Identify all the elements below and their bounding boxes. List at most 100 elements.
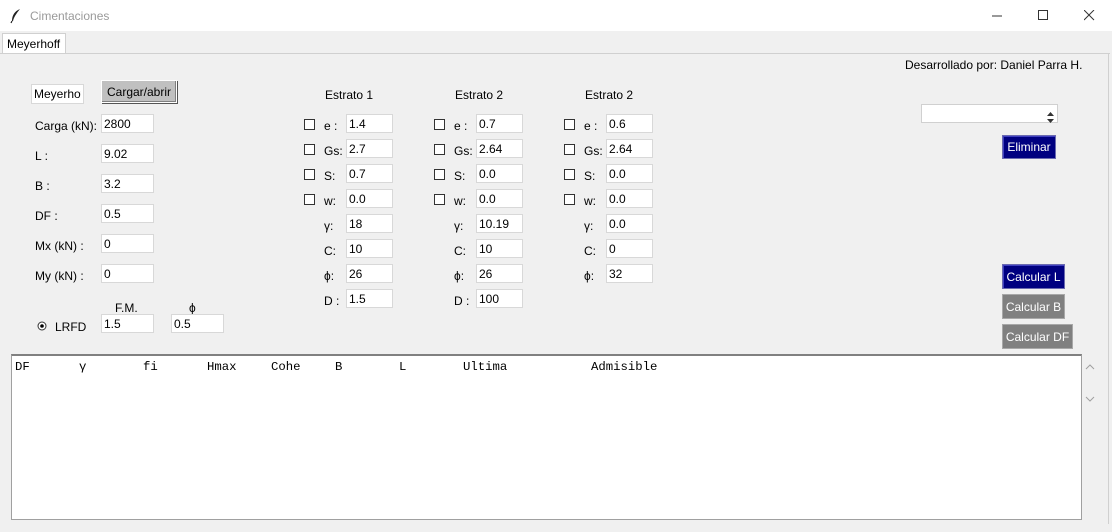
- gs-input[interactable]: [476, 139, 523, 158]
- maximize-icon: [1037, 10, 1048, 20]
- w-input[interactable]: [606, 189, 653, 208]
- scroll-up-icon[interactable]: [1085, 359, 1095, 373]
- column-header: Hmax: [207, 360, 237, 374]
- tab-divider: [0, 53, 1110, 54]
- gamma-input[interactable]: [606, 214, 653, 233]
- e-checkbox[interactable]: [564, 119, 575, 130]
- stratum-title: Estrato 2: [585, 88, 634, 102]
- cohesion-label: C:: [454, 244, 466, 258]
- s-input[interactable]: [346, 164, 393, 183]
- gs-input[interactable]: [346, 139, 393, 158]
- credit-text: Desarrollado por: Daniel Parra H.: [905, 58, 1083, 72]
- cohesion-label: C:: [584, 244, 596, 258]
- e-input[interactable]: [476, 114, 523, 133]
- s-label: S:: [454, 169, 466, 183]
- frame-border: [1108, 54, 1109, 524]
- phi-input[interactable]: [606, 264, 653, 283]
- w-input[interactable]: [476, 189, 523, 208]
- moment-x-input[interactable]: [101, 234, 154, 253]
- title-bar: [0, 0, 1112, 31]
- phi-label: ϕ: [189, 301, 196, 315]
- width-input[interactable]: [101, 174, 154, 193]
- length-input[interactable]: [101, 144, 154, 163]
- cohesion-input[interactable]: [476, 239, 523, 258]
- phi-input[interactable]: [476, 264, 523, 283]
- lrfd-label: LRFD: [55, 320, 87, 334]
- column-header: Admisible: [591, 360, 658, 374]
- fm-input[interactable]: [101, 314, 154, 333]
- gs-label: Gs:: [584, 144, 603, 158]
- gamma-input[interactable]: [346, 214, 393, 233]
- s-label: S:: [324, 169, 336, 183]
- s-input[interactable]: [606, 164, 653, 183]
- e-input[interactable]: [606, 114, 653, 133]
- gs-label: Gs:: [324, 144, 343, 158]
- w-input[interactable]: [346, 189, 393, 208]
- thickness-input[interactable]: [346, 289, 393, 308]
- calcular-df-button[interactable]: Calcular DF: [1002, 324, 1073, 349]
- cohesion-input[interactable]: [346, 239, 393, 258]
- gs-checkbox[interactable]: [304, 144, 315, 155]
- moment-y-input[interactable]: [101, 264, 154, 283]
- cohesion-label: C:: [324, 244, 336, 258]
- gamma-input[interactable]: [476, 214, 523, 233]
- column-header: Ultima: [463, 360, 508, 374]
- e-label: e :: [324, 119, 338, 133]
- stratum-title: Estrato 1: [325, 88, 374, 102]
- fm-label: F.M.: [115, 301, 138, 315]
- gamma-label: γ:: [324, 219, 334, 233]
- param-label: B :: [35, 179, 50, 193]
- lrfd-radio[interactable]: [37, 320, 47, 331]
- maximize-button[interactable]: [1020, 0, 1066, 31]
- column-header: γ: [79, 360, 87, 374]
- param-label: My (kN) :: [35, 269, 84, 283]
- gs-checkbox[interactable]: [434, 144, 445, 155]
- stratum-title: Estrato 2: [455, 88, 504, 102]
- e-checkbox[interactable]: [304, 119, 315, 130]
- w-checkbox[interactable]: [564, 194, 575, 205]
- close-button[interactable]: [1066, 0, 1112, 31]
- calcular-b-button[interactable]: Calcular B: [1002, 294, 1065, 319]
- e-label: e :: [584, 119, 598, 133]
- results-scrollbar[interactable]: [1082, 354, 1098, 406]
- e-checkbox[interactable]: [434, 119, 445, 130]
- s-input[interactable]: [476, 164, 523, 183]
- w-checkbox[interactable]: [434, 194, 445, 205]
- spin-up-icon[interactable]: [1045, 106, 1056, 116]
- eliminar-button[interactable]: Eliminar: [1002, 135, 1056, 159]
- phi-label: ϕ:: [454, 269, 465, 283]
- w-label: w:: [584, 194, 596, 208]
- feather-icon: [9, 8, 23, 24]
- scroll-down-icon[interactable]: [1085, 392, 1095, 406]
- load-button[interactable]: Cargar/abrir: [101, 80, 177, 103]
- tab-label: Meyerhoff: [7, 37, 61, 51]
- depth-input[interactable]: [101, 204, 154, 223]
- calcular-l-button[interactable]: Calcular L: [1002, 264, 1065, 289]
- w-label: w:: [324, 194, 336, 208]
- e-input[interactable]: [346, 114, 393, 133]
- s-checkbox[interactable]: [304, 169, 315, 180]
- phi-input[interactable]: [346, 264, 393, 283]
- phi-input[interactable]: [171, 314, 224, 333]
- s-checkbox[interactable]: [564, 169, 575, 180]
- close-icon: [1083, 10, 1094, 21]
- stratum-spinbox[interactable]: [921, 104, 1058, 123]
- thickness-label: D :: [324, 294, 340, 308]
- cohesion-input[interactable]: [606, 239, 653, 258]
- gs-checkbox[interactable]: [564, 144, 575, 155]
- minimize-icon: [991, 15, 1002, 17]
- gs-input[interactable]: [606, 139, 653, 158]
- phi-label: ϕ:: [584, 269, 595, 283]
- spin-down-icon[interactable]: [1045, 114, 1056, 123]
- column-header: Cohe: [271, 360, 301, 374]
- s-checkbox[interactable]: [434, 169, 445, 180]
- phi-label: ϕ:: [324, 269, 335, 283]
- results-textarea[interactable]: DF γ fi Hmax Cohe B L Ultima Admisible: [11, 354, 1082, 520]
- window-title: Cimentaciones: [30, 9, 110, 23]
- method-input[interactable]: [31, 84, 84, 104]
- thickness-input[interactable]: [476, 289, 523, 308]
- load-input[interactable]: [101, 114, 154, 133]
- e-label: e :: [454, 119, 468, 133]
- w-checkbox[interactable]: [304, 194, 315, 205]
- minimize-button[interactable]: [974, 0, 1020, 31]
